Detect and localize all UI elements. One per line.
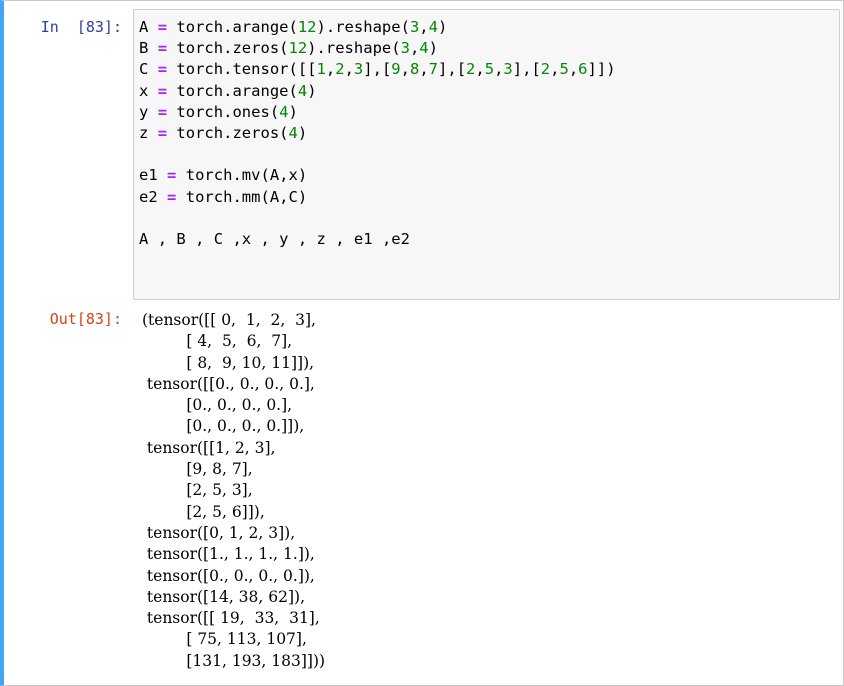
number-token: 5 <box>559 60 569 79</box>
number-token: 9 <box>391 60 401 79</box>
operator-token: = <box>167 187 177 206</box>
code-line: x = torch.arange(4) <box>139 81 317 100</box>
output-line: (tensor([[ 0, 1, 2, 3], <box>142 311 316 329</box>
number-token: 4 <box>279 102 289 121</box>
operator-token: = <box>157 123 168 142</box>
number-token: 2 <box>335 60 345 79</box>
output-line: tensor([[ 19, 33, 31], <box>142 609 320 628</box>
operator-token: = <box>157 39 168 58</box>
number-token: 2 <box>540 60 551 79</box>
number-token: 5 <box>484 60 495 79</box>
output-line: [2, 5, 3], <box>142 481 253 500</box>
operator-token: = <box>157 18 168 36</box>
operator-token: = <box>167 166 177 185</box>
code-line: C = torch.tensor([[1,2,3],[9,8,7],[2,5,3… <box>139 60 616 79</box>
number-token: 4 <box>428 18 438 36</box>
number-token: 3 <box>400 39 410 58</box>
operator-token: = <box>157 81 168 100</box>
code-line: A , B , C ,x , y , z , e1 ,e2 <box>139 229 410 248</box>
code-editor[interactable]: A = torch.arange(12).reshape(3,4) B = tor… <box>133 9 840 300</box>
output-line: tensor([[0., 0., 0., 0.], <box>142 374 315 393</box>
output-line: [ 4, 5, 6, 7], <box>142 332 293 351</box>
output-line: tensor([0., 0., 0., 0.]), <box>142 566 315 585</box>
code-line: B = torch.zeros(12).reshape(3,4) <box>139 39 438 58</box>
output-line: tensor([1., 1., 1., 1.]), <box>142 545 315 564</box>
number-token: 4 <box>419 39 429 58</box>
code-line: y = torch.ones(4) <box>139 102 298 121</box>
number-token: 4 <box>288 123 298 142</box>
output-line: [0., 0., 0., 0.], <box>142 396 293 415</box>
number-token: 12 <box>288 39 308 58</box>
output-line: [ 75, 113, 107], <box>142 630 307 649</box>
number-token: 1 <box>316 60 326 79</box>
output-line: [9, 8, 7], <box>142 460 253 479</box>
operator-token: = <box>157 102 168 121</box>
input-prompt: In [83]: <box>40 18 122 36</box>
code-line: A = torch.arange(12).reshape(3,4) <box>139 18 448 36</box>
number-token: 7 <box>428 60 438 79</box>
code-line: e2 = torch.mm(A,C) <box>139 187 308 206</box>
number-token: 3 <box>409 18 420 36</box>
output-prompt: Out[83]: <box>49 310 122 328</box>
output-line: [0., 0., 0., 0.]]), <box>142 417 305 436</box>
output-text: (tensor([[ 0, 1, 2, 3], [ 4, 5, 6, 7], [… <box>142 310 325 672</box>
code-line: z = torch.zeros(4) <box>139 123 308 142</box>
output-line: tensor([14, 38, 62]), <box>142 587 305 606</box>
output-line: [131, 193, 183]])) <box>142 651 326 670</box>
number-token: 4 <box>297 81 308 100</box>
code-line: e1 = torch.mv(A,x) <box>139 166 308 185</box>
number-token: 3 <box>503 60 513 79</box>
number-token: 12 <box>297 18 317 36</box>
output-line: [ 8, 9, 10, 11]]), <box>142 353 315 372</box>
number-token: 2 <box>466 60 476 79</box>
output-line: tensor([0, 1, 2, 3]), <box>142 523 296 542</box>
operator-token: = <box>157 60 168 79</box>
code-text[interactable]: A = torch.arange(12).reshape(3,4) B = tor… <box>139 17 616 250</box>
notebook-code-cell[interactable]: In [83]: A = torch.arange(12).reshape(3,… <box>0 0 844 686</box>
output-line: tensor([[1, 2, 3], <box>142 438 276 457</box>
number-token: 6 <box>578 60 588 79</box>
output-line: [2, 5, 6]]), <box>142 502 265 521</box>
number-token: 8 <box>409 60 420 79</box>
number-token: 3 <box>353 60 364 79</box>
